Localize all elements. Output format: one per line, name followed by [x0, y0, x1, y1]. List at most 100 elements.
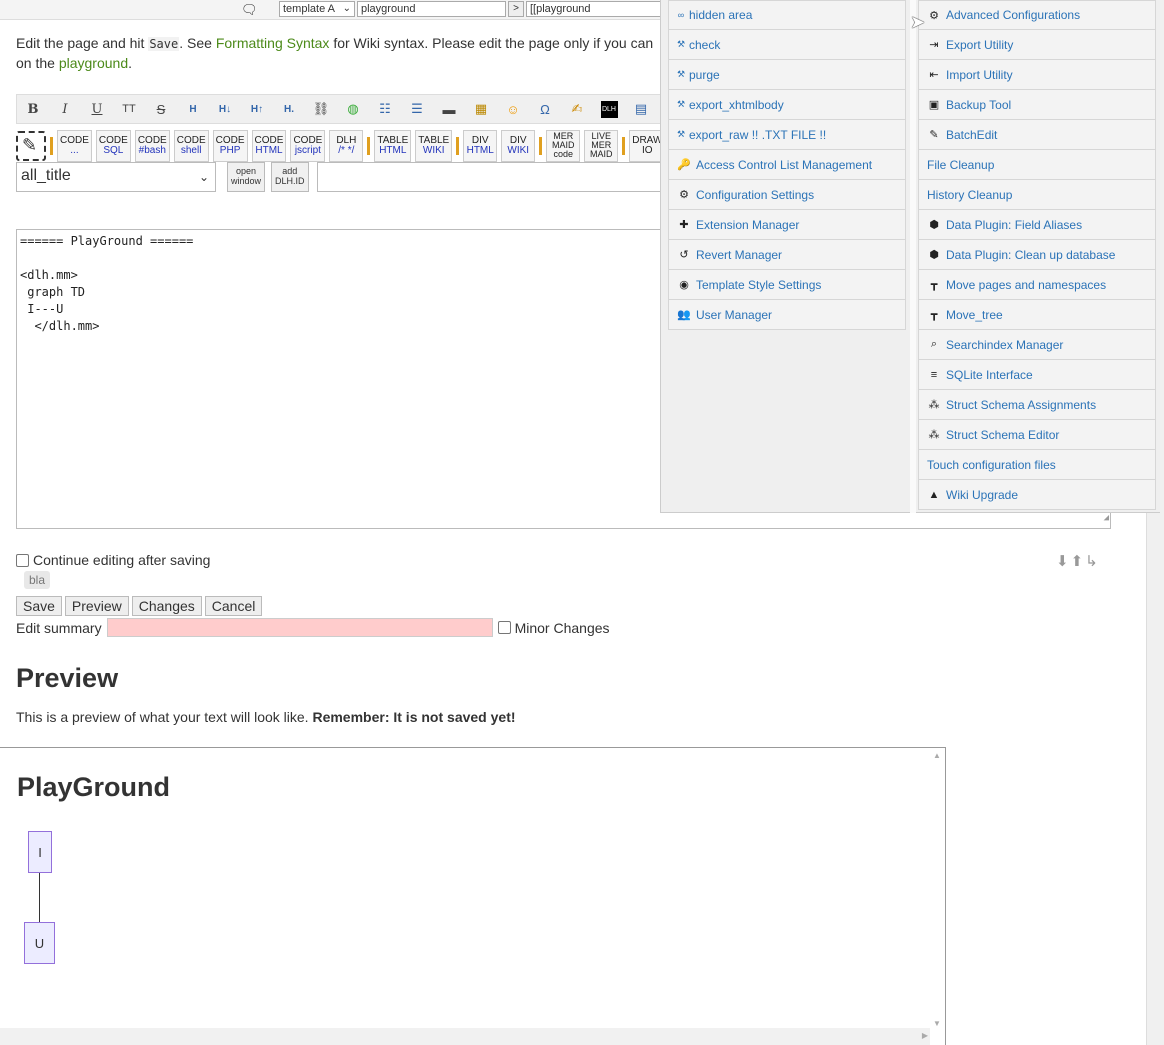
link-icon[interactable]: ⛓	[305, 95, 337, 123]
playground-link[interactable]: playground	[59, 55, 128, 71]
arrow-down-icon[interactable]: ⬇	[1056, 553, 1071, 570]
table-editor-icon[interactable]: ▤	[625, 95, 657, 123]
menu-item[interactable]: ◉ Template Style Settings	[668, 270, 906, 300]
edit-area-icon[interactable]: ✎	[16, 130, 46, 161]
code-button[interactable]: CODE...	[57, 129, 92, 162]
menu-item[interactable]: ┳ Move pages and namespaces	[918, 270, 1156, 300]
menu-item[interactable]: ✎ BatchEdit	[918, 120, 1156, 150]
menu-item[interactable]: ⚙ Advanced Configurations	[918, 0, 1156, 30]
continue-editing-checkbox[interactable]	[16, 553, 29, 567]
code-bash-button[interactable]: CODE #bash	[134, 129, 170, 162]
smiley-icon[interactable]: ☺	[497, 95, 529, 123]
code-php-button[interactable]: CODE PHP	[212, 129, 248, 162]
wrap-icon[interactable]: ↳	[1085, 553, 1100, 570]
menu-item[interactable]: History Cleanup	[918, 180, 1156, 210]
menu-item[interactable]: ⌕ Searchindex Manager	[918, 330, 1156, 360]
save-button[interactable]: Save	[16, 596, 62, 616]
preview-heading: Preview	[16, 663, 119, 693]
link-text-input[interactable]: [[playground	[526, 1, 666, 17]
menu-item[interactable]: ∞ hidden area	[668, 0, 906, 30]
lower-heading-icon[interactable]: H↓	[209, 95, 241, 123]
table-wiki-button[interactable]: TABLE WIKI	[415, 129, 453, 162]
monospace-button[interactable]: TT	[113, 95, 145, 123]
special-chars-icon[interactable]: Ω	[529, 95, 561, 123]
strikethrough-button[interactable]: S	[145, 95, 177, 123]
scroll-down-icon[interactable]: ▼	[933, 1019, 941, 1028]
menu-item[interactable]: ▣ Backup Tool	[918, 90, 1156, 120]
menu-item-label: Data Plugin: Clean up database	[946, 247, 1116, 262]
speech-bubble-icon[interactable]: 🗨	[241, 2, 258, 18]
table-html-button[interactable]: TABLE HTML	[374, 129, 412, 162]
vertical-scrollbar[interactable]: ▲ ▼	[929, 748, 945, 1028]
menu-item[interactable]: ⁂ Struct Schema Editor	[918, 420, 1156, 450]
menu-item[interactable]: ✚ Extension Manager	[668, 210, 906, 240]
template-select[interactable]: template A ⌄	[279, 1, 355, 17]
menu-item[interactable]: 🔑 Access Control List Management	[668, 150, 906, 180]
scroll-up-icon[interactable]: ▲	[933, 751, 941, 760]
dlh-comment-button[interactable]: DLH/* */	[329, 129, 364, 162]
scroll-right-icon[interactable]: ▶	[922, 1031, 928, 1040]
add-dlh-id-button[interactable]: add DLH.ID	[271, 162, 309, 192]
minor-changes-checkbox[interactable]	[497, 621, 511, 634]
drawio-button[interactable]: DRAW IO	[629, 129, 661, 162]
external-link-icon[interactable]: ◍	[337, 95, 369, 123]
italic-button[interactable]: I	[49, 95, 81, 123]
menu-item[interactable]: ↺ Revert Manager	[668, 240, 906, 270]
menu-item[interactable]: ≡ SQLite Interface	[918, 360, 1156, 390]
signature-icon[interactable]: ✍	[561, 95, 593, 123]
preview-button[interactable]: Preview	[64, 596, 129, 616]
code-sql-button[interactable]: CODE SQL	[95, 129, 131, 162]
menu-item[interactable]: ⚒ check	[668, 30, 906, 60]
open-window-button[interactable]: open window	[227, 162, 266, 192]
menu-item[interactable]: ⚒ export_xhtmlbody	[668, 90, 906, 120]
div-html-button[interactable]: DIV HTML	[463, 129, 498, 162]
menu-item-label: export_raw !! .TXT FILE !!	[689, 127, 827, 142]
menu-item[interactable]: ⚒ export_raw !! .TXT FILE !!	[668, 120, 906, 150]
horizontal-rule-icon[interactable]: ▬	[433, 95, 465, 123]
menu-item[interactable]: ⇥ Export Utility	[918, 30, 1156, 60]
preview-note-text: This is a preview of what your text will…	[16, 709, 313, 725]
menu-item[interactable]: ⇤ Import Utility	[918, 60, 1156, 90]
go-button[interactable]: >	[508, 1, 524, 17]
ordered-list-icon[interactable]: ☷	[369, 95, 401, 123]
edit-summary-input[interactable]	[106, 618, 493, 637]
dlh-id-input[interactable]	[316, 162, 667, 192]
media-icon[interactable]: ▦	[465, 95, 497, 123]
div-wiki-button[interactable]: DIV WIKI	[501, 129, 536, 162]
menu-item[interactable]: ⁂ Struct Schema Assignments	[918, 390, 1156, 420]
formatting-syntax-link[interactable]: Formatting Syntax	[216, 35, 330, 51]
menu-item[interactable]: File Cleanup	[918, 150, 1156, 180]
arrow-up-icon[interactable]: ⬆	[1071, 553, 1086, 570]
dlh-icon[interactable]: DLH	[593, 95, 625, 123]
menu-item[interactable]: ▲ Wiki Upgrade	[918, 480, 1156, 510]
underline-button[interactable]: U	[81, 95, 113, 123]
title-select[interactable]: all_title ⌄	[16, 162, 216, 192]
button-line: CODE	[293, 134, 323, 146]
menu-item[interactable]: ⚙ Configuration Settings	[668, 180, 906, 210]
changes-button[interactable]: Changes	[131, 596, 202, 616]
tag-badge[interactable]: bla	[24, 571, 51, 589]
menu-item[interactable]: ⚒ purge	[668, 60, 906, 90]
cancel-button[interactable]: Cancel	[204, 596, 263, 616]
higher-heading-icon[interactable]: H↑	[241, 95, 273, 123]
page-name-input[interactable]: playground	[357, 1, 506, 17]
menu-item[interactable]: ┳ Move_tree	[918, 300, 1156, 330]
code-shell-button[interactable]: CODE shell	[173, 129, 209, 162]
menu-item[interactable]: ⬢ Data Plugin: Clean up database	[918, 240, 1156, 270]
mermaid-code-button[interactable]: MER MAID code	[546, 129, 581, 162]
menu-item[interactable]: ⬢ Data Plugin: Field Aliases	[918, 210, 1156, 240]
heading-menu-icon[interactable]: H.	[273, 95, 305, 123]
menu-item-label: hidden area	[689, 8, 753, 22]
menu-item[interactable]: Touch configuration files	[918, 450, 1156, 480]
menu-item-label: Configuration Settings	[696, 187, 815, 202]
same-level-heading-icon[interactable]: H	[177, 95, 209, 123]
unordered-list-icon[interactable]: ☰	[401, 95, 433, 123]
live-mermaid-button[interactable]: LIVE MER MAID	[584, 129, 619, 162]
bold-button[interactable]: B	[17, 95, 49, 123]
preview-warning: Remember: It is not saved yet!	[312, 709, 516, 725]
code-jscript-button[interactable]: CODE jscript	[290, 129, 326, 162]
horizontal-scrollbar[interactable]: ▶	[0, 1028, 930, 1045]
code-html-button[interactable]: CODE HTML	[251, 129, 287, 162]
save-code: Save	[148, 37, 180, 51]
menu-item[interactable]: 👥 User Manager	[668, 300, 906, 330]
